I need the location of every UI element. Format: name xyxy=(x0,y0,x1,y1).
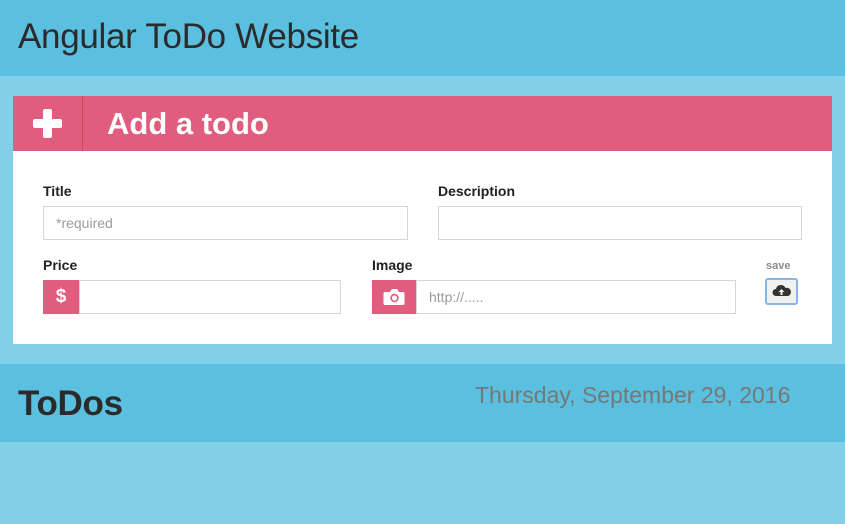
description-label: Description xyxy=(438,183,516,199)
save-button[interactable] xyxy=(765,278,798,305)
dollar-icon: $ xyxy=(55,286,67,307)
camera-addon xyxy=(372,280,416,314)
image-label: Image xyxy=(372,257,413,273)
price-input[interactable] xyxy=(79,280,341,314)
add-todo-title: Add a todo xyxy=(107,106,269,141)
title-label: Title xyxy=(43,183,72,199)
save-label: save xyxy=(766,260,791,272)
camera-icon xyxy=(383,289,405,305)
top-header: Angular ToDo Website xyxy=(0,0,845,76)
price-label: Price xyxy=(43,257,78,273)
add-todo-header: Add a todo xyxy=(13,96,832,151)
add-todo-panel: Add a todo Title Description Price $ Ima… xyxy=(13,96,832,344)
cloud-upload-icon xyxy=(772,284,791,296)
description-input[interactable] xyxy=(438,206,802,240)
todos-title: ToDos xyxy=(18,384,123,423)
todos-date: Thursday, September 29, 2016 xyxy=(475,382,791,408)
dollar-addon: $ xyxy=(43,280,79,314)
title-input[interactable] xyxy=(43,206,408,240)
site-title: Angular ToDo Website xyxy=(18,17,359,56)
image-url-input[interactable] xyxy=(416,280,736,314)
plus-icon xyxy=(13,96,83,151)
todos-bar: ToDos Thursday, September 29, 2016 xyxy=(0,364,845,442)
